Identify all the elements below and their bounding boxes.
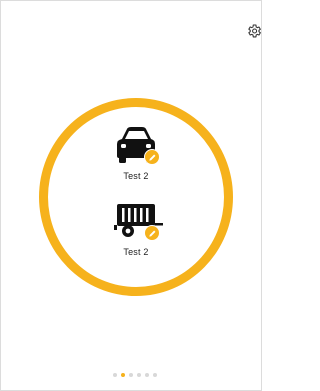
page-dot[interactable] bbox=[153, 373, 157, 377]
page-dot[interactable] bbox=[129, 373, 133, 377]
vehicle-selector-ring: Test 2 Test 2 bbox=[39, 98, 233, 296]
page-indicator bbox=[113, 373, 157, 377]
vehicle-car[interactable]: Test 2 bbox=[76, 123, 196, 181]
page-dot[interactable] bbox=[137, 373, 141, 377]
vehicle-label: Test 2 bbox=[123, 171, 149, 181]
pencil-icon bbox=[148, 230, 155, 237]
edit-vehicle-button[interactable] bbox=[144, 225, 160, 241]
edit-vehicle-button[interactable] bbox=[144, 149, 160, 165]
page-dot[interactable] bbox=[113, 373, 117, 377]
settings-button[interactable] bbox=[246, 23, 262, 39]
page-dot-active[interactable] bbox=[121, 373, 125, 377]
app-screen: Test 2 Test 2 bbox=[0, 0, 262, 391]
page-dot[interactable] bbox=[145, 373, 149, 377]
gear-icon bbox=[248, 24, 261, 38]
vehicle-trailer[interactable]: Test 2 bbox=[76, 199, 196, 257]
vehicle-label: Test 2 bbox=[123, 247, 149, 257]
pencil-icon bbox=[148, 154, 155, 161]
